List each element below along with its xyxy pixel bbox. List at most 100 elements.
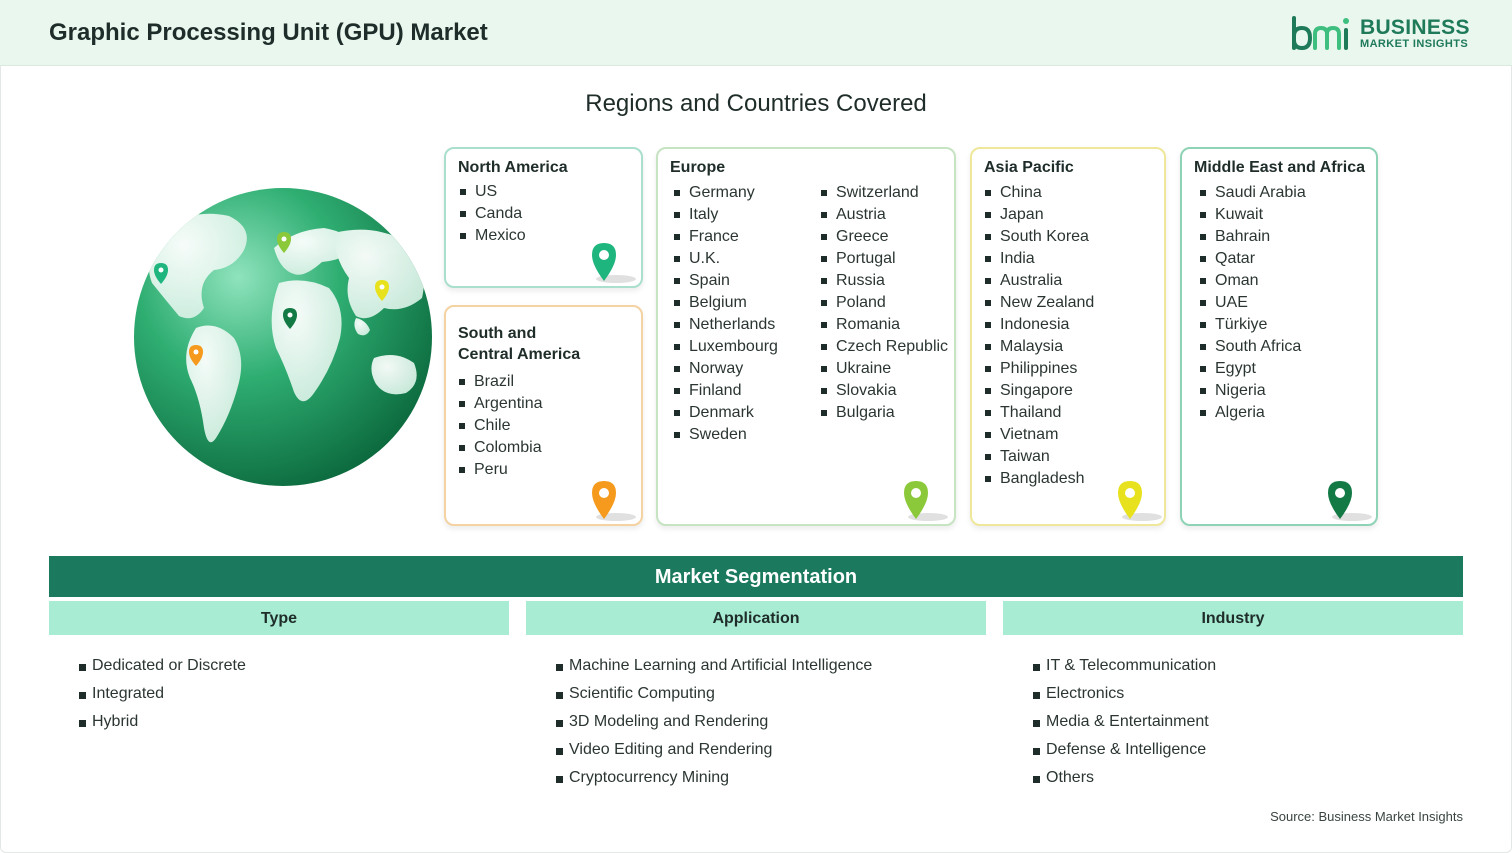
- segment-item: Others: [1033, 764, 1216, 792]
- country-item: India: [983, 248, 1094, 270]
- region-card-asia-pacific: Asia Pacific China Japan South Korea Ind…: [970, 147, 1166, 526]
- country-item: UAE: [1198, 292, 1306, 314]
- logo-text-market-insights: MARKET INSIGHTS: [1360, 38, 1469, 50]
- country-item: Canda: [458, 203, 526, 225]
- country-item: Denmark: [672, 402, 778, 424]
- country-list: Germany Italy France U.K. Spain Belgium …: [672, 182, 778, 446]
- country-item: China: [983, 182, 1094, 204]
- segment-item: Scientific Computing: [556, 680, 872, 708]
- region-title: North America: [458, 159, 568, 176]
- country-list: Saudi Arabia Kuwait Bahrain Qatar Oman U…: [1198, 182, 1306, 424]
- country-item: Italy: [672, 204, 778, 226]
- page-title: Graphic Processing Unit (GPU) Market: [49, 19, 488, 46]
- segment-list-industry: IT & Telecommunication Electronics Media…: [1033, 652, 1216, 792]
- country-item: Czech Republic: [819, 336, 948, 358]
- country-item: South Korea: [983, 226, 1094, 248]
- country-item: Greece: [819, 226, 948, 248]
- map-pin-icon: [592, 481, 636, 521]
- country-item: Chile: [457, 415, 543, 437]
- country-item: Austria: [819, 204, 948, 226]
- country-item: Portugal: [819, 248, 948, 270]
- country-item: Germany: [672, 182, 778, 204]
- segmentation-title-bar: Market Segmentation: [49, 556, 1463, 597]
- map-pin-icon: [592, 243, 636, 283]
- country-item: U.K.: [672, 248, 778, 270]
- segment-item: Electronics: [1033, 680, 1216, 708]
- country-item: Nigeria: [1198, 380, 1306, 402]
- country-item: Sweden: [672, 424, 778, 446]
- country-item: Philippines: [983, 358, 1094, 380]
- header: Graphic Processing Unit (GPU) Market BUS…: [0, 0, 1512, 66]
- country-item: Spain: [672, 270, 778, 292]
- country-item: Norway: [672, 358, 778, 380]
- source-note: Source: Business Market Insights: [1270, 809, 1463, 824]
- country-item: Indonesia: [983, 314, 1094, 336]
- country-item: Colombia: [457, 437, 543, 459]
- segment-item: Cryptocurrency Mining: [556, 764, 872, 792]
- map-pin-icon: [904, 481, 948, 521]
- country-item: Bangladesh: [983, 468, 1094, 490]
- country-item: Belgium: [672, 292, 778, 314]
- country-item: Thailand: [983, 402, 1094, 424]
- brand-logo: BUSINESS MARKET INSIGHTS: [1290, 14, 1470, 54]
- country-item: South Africa: [1198, 336, 1306, 358]
- country-item: Japan: [983, 204, 1094, 226]
- country-item: Ukraine: [819, 358, 948, 380]
- region-title: Middle East and Africa: [1194, 159, 1365, 176]
- country-item: Peru: [457, 459, 543, 481]
- country-list: Brazil Argentina Chile Colombia Peru: [457, 371, 543, 481]
- country-list: Switzerland Austria Greece Portugal Russ…: [819, 182, 948, 424]
- country-item: Oman: [1198, 270, 1306, 292]
- region-title: South and Central America: [458, 323, 580, 365]
- region-card-europe: Europe Germany Italy France U.K. Spain B…: [656, 147, 956, 526]
- country-item: Netherlands: [672, 314, 778, 336]
- country-item: Slovakia: [819, 380, 948, 402]
- bmi-logo-icon: [1292, 16, 1349, 51]
- country-item: Malaysia: [983, 336, 1094, 358]
- region-title-line: Central America: [458, 346, 581, 363]
- segment-header-industry: Industry: [1003, 601, 1463, 635]
- segment-item: Hybrid: [79, 708, 246, 736]
- region-title-line: South and: [458, 325, 537, 342]
- country-item: Luxembourg: [672, 336, 778, 358]
- country-item: Switzerland: [819, 182, 948, 204]
- country-item: Bulgaria: [819, 402, 948, 424]
- country-list: China Japan South Korea India Australia …: [983, 182, 1094, 490]
- country-item: Poland: [819, 292, 948, 314]
- globe-icon: [134, 188, 432, 486]
- country-item: Qatar: [1198, 248, 1306, 270]
- country-item: Russia: [819, 270, 948, 292]
- segment-header-type: Type: [49, 601, 509, 635]
- segment-item: 3D Modeling and Rendering: [556, 708, 872, 736]
- segment-item: Media & Entertainment: [1033, 708, 1216, 736]
- region-title: Europe: [670, 159, 726, 176]
- country-item: New Zealand: [983, 292, 1094, 314]
- country-item: Australia: [983, 270, 1094, 292]
- segment-header-application: Application: [526, 601, 986, 635]
- region-card-south-central-america: South and Central America Brazil Argenti…: [444, 305, 643, 526]
- country-item: Argentina: [457, 393, 543, 415]
- regions-title: Regions and Countries Covered: [585, 90, 927, 117]
- segment-item: Dedicated or Discrete: [79, 652, 246, 680]
- country-item: Bahrain: [1198, 226, 1306, 248]
- segment-item: IT & Telecommunication: [1033, 652, 1216, 680]
- country-item: Algeria: [1198, 402, 1306, 424]
- country-item: France: [672, 226, 778, 248]
- region-card-north-america: North America US Canda Mexico: [444, 147, 643, 288]
- region-card-middle-east-africa: Middle East and Africa Saudi Arabia Kuwa…: [1180, 147, 1378, 526]
- map-pin-icon: [1118, 481, 1162, 521]
- logo-text-business: BUSINESS: [1360, 16, 1470, 39]
- country-item: Brazil: [457, 371, 543, 393]
- country-item: Singapore: [983, 380, 1094, 402]
- country-item: Taiwan: [983, 446, 1094, 468]
- country-item: Vietnam: [983, 424, 1094, 446]
- country-item: Türkiye: [1198, 314, 1306, 336]
- map-pin-icon: [1328, 481, 1372, 521]
- segment-list-application: Machine Learning and Artificial Intellig…: [556, 652, 872, 792]
- segment-list-type: Dedicated or Discrete Integrated Hybrid: [79, 652, 246, 736]
- segment-item: Video Editing and Rendering: [556, 736, 872, 764]
- country-item: Saudi Arabia: [1198, 182, 1306, 204]
- segment-item: Integrated: [79, 680, 246, 708]
- country-item: Mexico: [458, 225, 526, 247]
- country-item: Egypt: [1198, 358, 1306, 380]
